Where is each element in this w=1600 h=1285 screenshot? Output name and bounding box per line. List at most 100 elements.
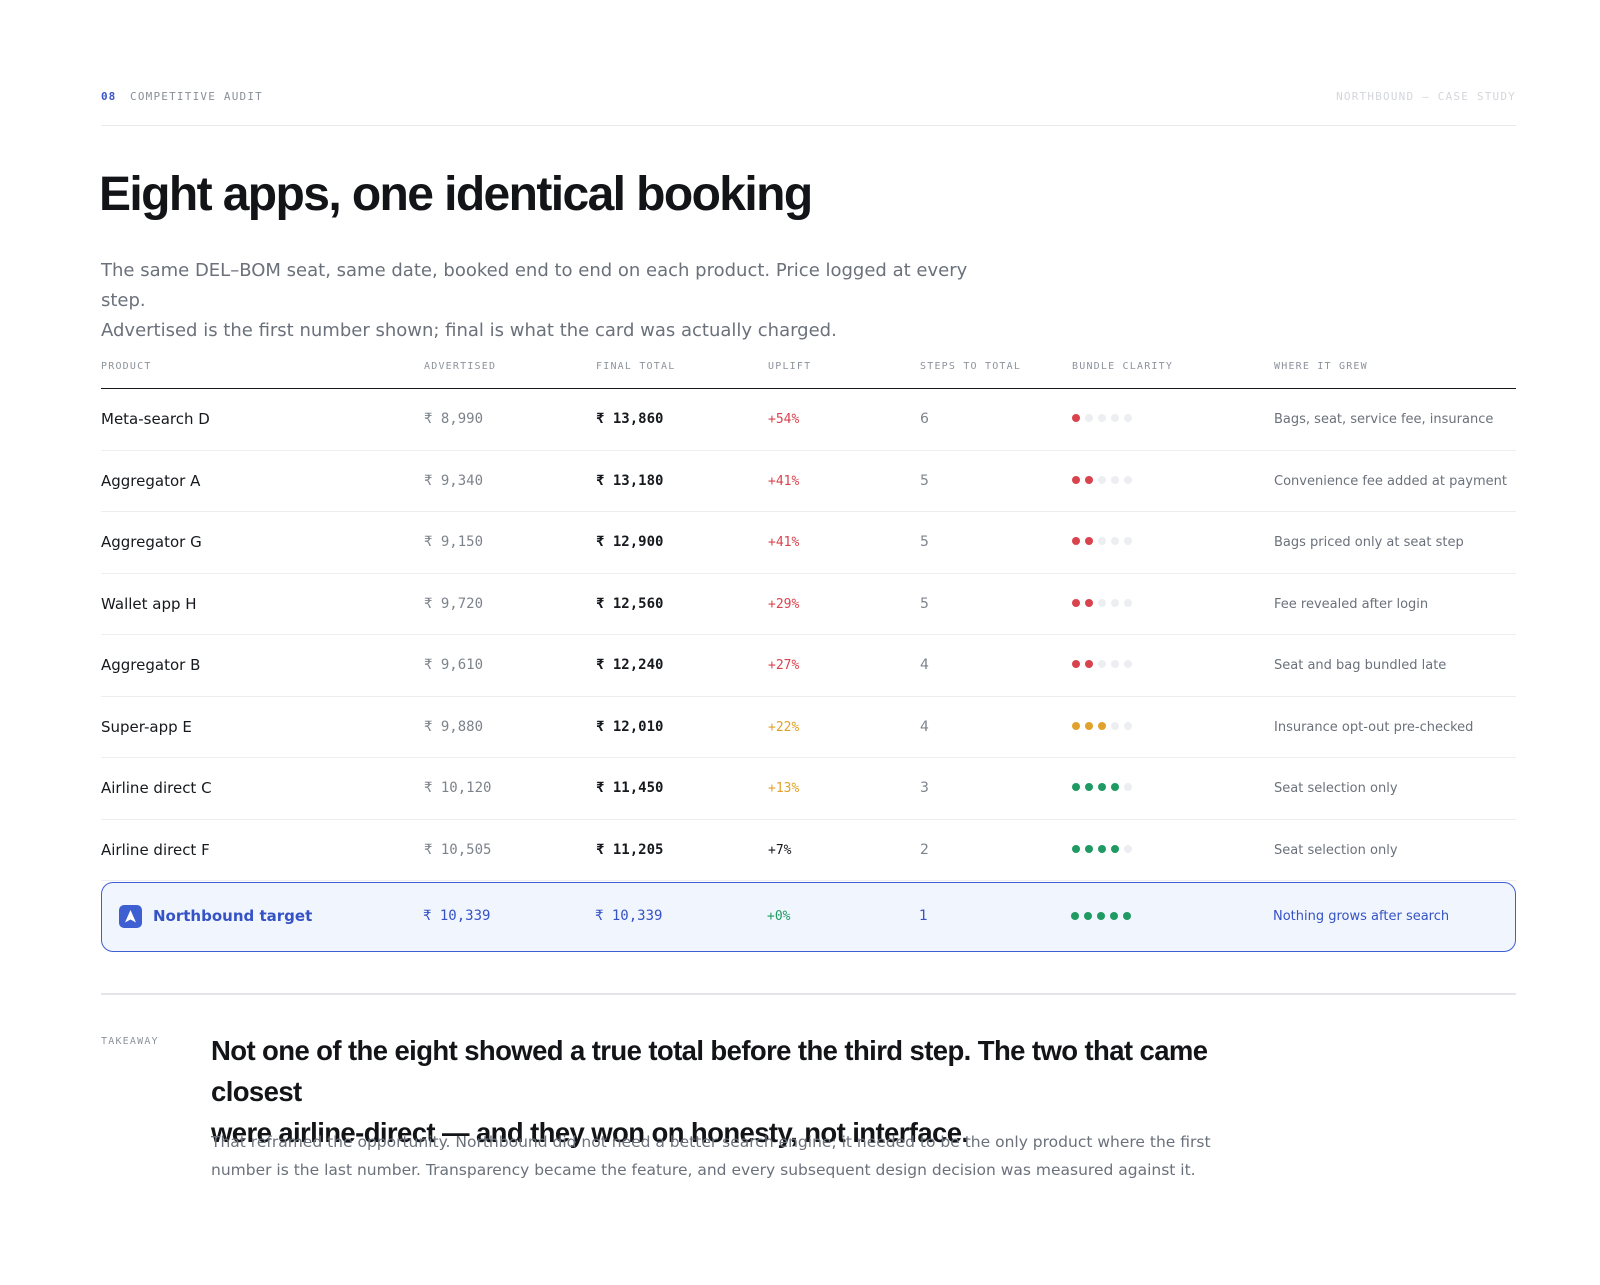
- table-row: Airline direct F ₹ 10,505 ₹ 11,205 +7% 2 Seat…: [101, 820, 1516, 881]
- section-header: 08 COMPETITIVE AUDIT NORTHBOUND — CASE S…: [101, 86, 1516, 126]
- clarity-dot-empty: [1098, 598, 1106, 607]
- steps-to-total: 3: [920, 780, 929, 796]
- advertised-price: ₹ 8,990: [424, 411, 484, 427]
- clarity-dot-empty: [1124, 721, 1132, 730]
- where-it-grew: Seat selection only: [1274, 781, 1398, 796]
- clarity-dot-filled: [1110, 912, 1118, 920]
- clarity-dot-filled: [1098, 783, 1106, 791]
- clarity-dot-empty: [1124, 598, 1132, 607]
- lead-line: The same DEL–BOM seat, same date, booked…: [101, 260, 968, 311]
- steps-to-total: 2: [920, 841, 929, 858]
- advertised-price: ₹ 10,339: [423, 908, 491, 924]
- column-header-where-it-grew: WHERE IT GREW: [1274, 361, 1368, 372]
- clarity-dot-empty: [1124, 783, 1132, 791]
- steps-to-total: 4: [920, 657, 929, 673]
- uplift-value: +7%: [768, 842, 792, 858]
- northbound-target-row: Northbound target ₹ 10,339 ₹ 10,339 +0% …: [101, 882, 1516, 952]
- clarity-rating: [1072, 475, 1132, 484]
- clarity-dot-filled: [1085, 537, 1093, 545]
- clarity-dot-filled: [1111, 844, 1119, 853]
- clarity-dot-empty: [1098, 414, 1106, 422]
- clarity-dot-filled: [1072, 660, 1080, 668]
- clarity-rating: [1072, 783, 1132, 791]
- advertised-price: ₹ 10,505: [424, 841, 492, 858]
- section-title: COMPETITIVE AUDIT: [130, 90, 263, 103]
- where-it-grew: Bags, seat, service fee, insurance: [1274, 412, 1494, 427]
- final-total: ₹ 13,180: [596, 472, 664, 489]
- where-it-grew: Convenience fee added at payment: [1274, 473, 1507, 489]
- uplift-value: +54%: [768, 412, 800, 427]
- clarity-dot-empty: [1098, 660, 1106, 668]
- column-header-final-total: FINAL TOTAL: [596, 361, 676, 372]
- clarity-dot-filled: [1072, 721, 1080, 730]
- steps-to-total: 1: [919, 908, 928, 924]
- column-header-product: PRODUCT: [101, 361, 152, 372]
- clarity-dot-filled: [1072, 844, 1080, 853]
- table-header: PRODUCT ADVERTISED FINAL TOTAL UPLIFT ST…: [101, 350, 1516, 389]
- clarity-dot-empty: [1124, 537, 1132, 545]
- advertised-price: ₹ 9,880: [424, 718, 484, 735]
- clarity-rating: [1072, 598, 1132, 607]
- where-it-grew: Seat selection only: [1274, 842, 1398, 858]
- where-it-grew: Seat and bag bundled late: [1274, 658, 1447, 673]
- clarity-rating: [1072, 414, 1132, 422]
- clarity-dot-filled: [1072, 783, 1080, 791]
- clarity-dot-empty: [1098, 537, 1106, 545]
- where-it-grew: Nothing grows after search: [1273, 909, 1450, 924]
- clarity-rating: [1072, 721, 1132, 730]
- clarity-dot-filled: [1085, 783, 1093, 791]
- uplift-value: +13%: [768, 781, 800, 796]
- uplift-value: +22%: [768, 719, 800, 735]
- final-total: ₹ 12,560: [596, 595, 664, 612]
- clarity-dot-empty: [1111, 414, 1119, 422]
- clarity-dot-filled: [1072, 414, 1080, 422]
- product-name: Super-app E: [101, 717, 192, 736]
- clarity-dot-empty: [1111, 660, 1119, 668]
- clarity-dot-empty: [1124, 475, 1132, 484]
- takeaway-body-line: number is the last number. Transparency …: [211, 1161, 1196, 1179]
- final-total: ₹ 10,339: [595, 908, 663, 924]
- column-header-advertised: ADVERTISED: [424, 361, 497, 372]
- table-row: Meta-search D ₹ 8,990 ₹ 13,860 +54% 6 Bags, s…: [101, 389, 1516, 451]
- advertised-price: ₹ 10,120: [424, 780, 492, 796]
- steps-to-total: 4: [920, 718, 929, 735]
- final-total: ₹ 12,900: [596, 534, 664, 550]
- final-total: ₹ 11,205: [596, 841, 664, 858]
- table-row: Wallet app H ₹ 9,720 ₹ 12,560 +29% 5 Fee reve…: [101, 574, 1516, 635]
- clarity-rating: [1071, 912, 1131, 920]
- takeaway-label: TAKEAWAY: [101, 1036, 159, 1047]
- table-body: Meta-search D ₹ 8,990 ₹ 13,860 +54% 6 Bags, s…: [101, 389, 1516, 881]
- advertised-price: ₹ 9,720: [424, 595, 484, 612]
- table-row: Airline direct C ₹ 10,120 ₹ 11,450 +13% 3 Sea…: [101, 758, 1516, 820]
- clarity-dot-empty: [1111, 475, 1119, 484]
- product-name: Aggregator G: [101, 533, 202, 551]
- uplift-value: +27%: [768, 658, 800, 673]
- clarity-dot-filled: [1123, 912, 1131, 920]
- steps-to-total: 6: [920, 411, 929, 427]
- steps-to-total: 5: [920, 534, 929, 550]
- table-row: Super-app E ₹ 9,880 ₹ 12,010 +22% 4 Insurance…: [101, 697, 1516, 758]
- clarity-rating: [1072, 844, 1132, 853]
- audit-table: PRODUCT ADVERTISED FINAL TOTAL UPLIFT ST…: [101, 350, 1516, 952]
- column-header-uplift: UPLIFT: [768, 361, 812, 372]
- uplift-value: +41%: [768, 535, 800, 550]
- clarity-dot-filled: [1098, 844, 1106, 853]
- where-it-grew: Bags priced only at seat step: [1274, 535, 1464, 550]
- advertised-price: ₹ 9,340: [424, 472, 484, 489]
- product-name: Aggregator B: [101, 656, 201, 674]
- steps-to-total: 5: [920, 472, 929, 489]
- clarity-dot-empty: [1124, 414, 1132, 422]
- where-it-grew: Fee revealed after login: [1274, 596, 1429, 612]
- clarity-dot-filled: [1098, 721, 1106, 730]
- product-name: Airline direct C: [101, 779, 212, 797]
- product-name: Airline direct F: [101, 840, 210, 859]
- clarity-dot-filled: [1085, 475, 1093, 484]
- clarity-dot-empty: [1085, 414, 1093, 422]
- final-total: ₹ 13,860: [596, 411, 664, 427]
- product-name: Aggregator A: [101, 471, 201, 490]
- takeaway-body: That reframed the opportunity. Northboun…: [211, 1128, 1231, 1184]
- clarity-dot-filled: [1072, 537, 1080, 545]
- uplift-value: +41%: [768, 473, 800, 489]
- product-name: Wallet app H: [101, 594, 197, 613]
- clarity-dot-empty: [1098, 475, 1106, 484]
